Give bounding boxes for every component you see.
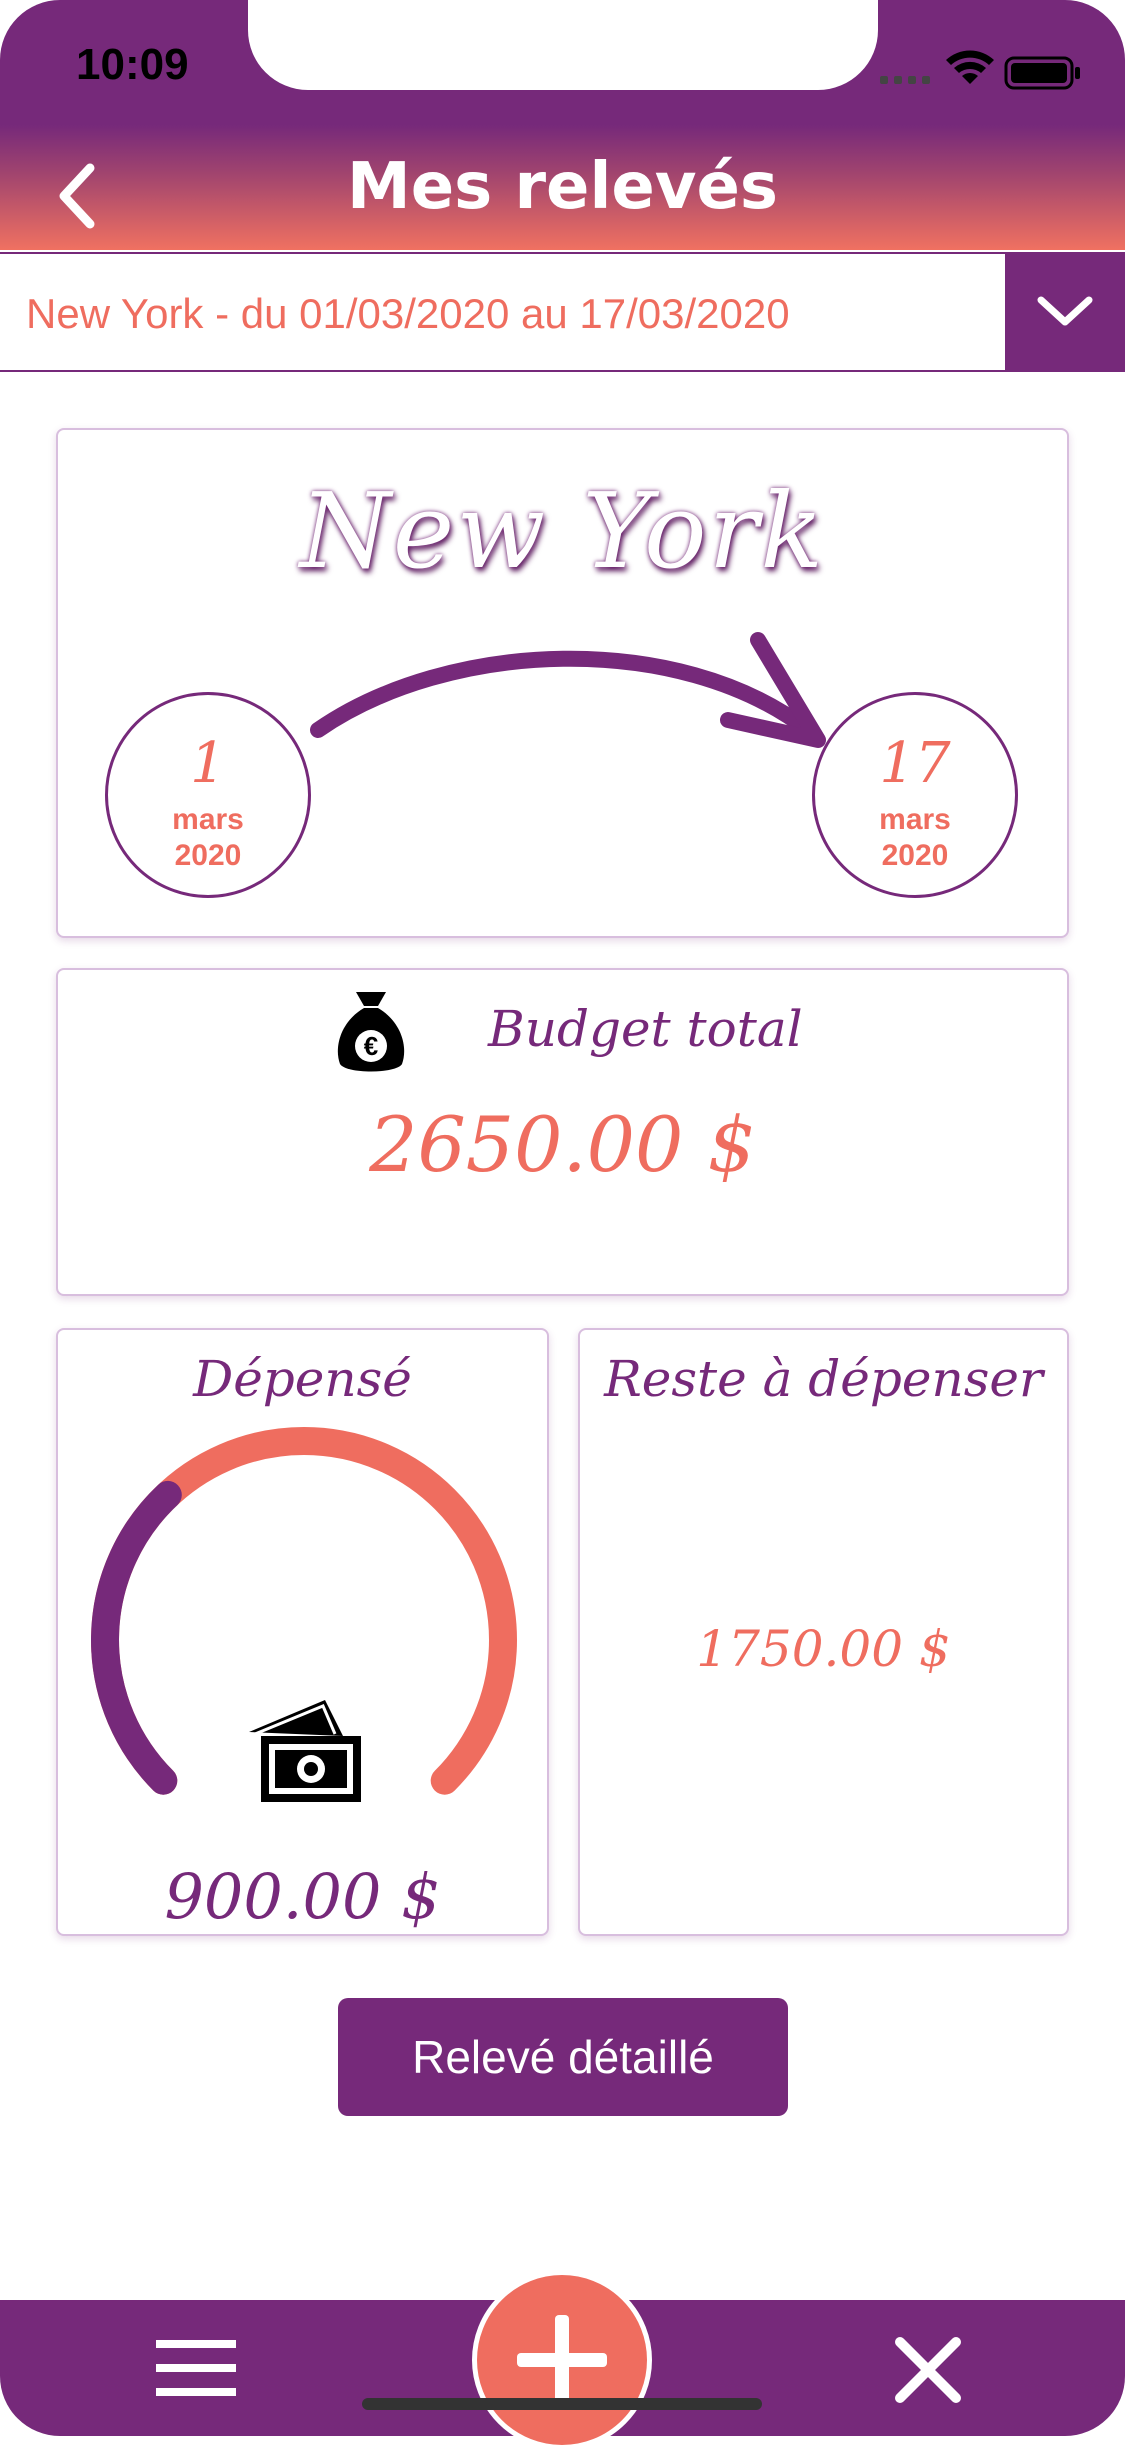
dropdown-button[interactable] — [1005, 252, 1125, 372]
menu-button[interactable] — [152, 2330, 242, 2410]
add-button[interactable] — [472, 2270, 652, 2450]
battery-icon — [1004, 56, 1080, 90]
status-time: 10:09 — [76, 40, 189, 89]
spent-gauge — [91, 1426, 517, 1795]
status-icons — [878, 46, 1088, 94]
close-button[interactable] — [888, 2330, 968, 2410]
end-day: 17 — [879, 731, 951, 796]
svg-text:€: € — [364, 1031, 378, 1061]
budget-card: € Budget total 2650.00 $ — [56, 968, 1069, 1296]
spent-value: 900.00 $ — [164, 1860, 441, 1933]
start-month: mars — [172, 803, 244, 836]
money-bag-euro-icon: € — [337, 992, 405, 1072]
end-date: 17 mars 2020 — [812, 692, 1018, 898]
signal-icon — [880, 76, 930, 84]
trip-card: New York 1 mars 2020 17 mars 2020 — [56, 428, 1069, 938]
close-icon — [895, 2337, 961, 2403]
remaining-card: Reste à dépenser 1750.00 $ — [578, 1328, 1069, 1936]
budget-value: 2650.00 $ — [369, 1100, 756, 1189]
spent-card: Dépensé 900.00 $ — [56, 1328, 549, 1936]
detailed-statement-button[interactable]: Relevé détaillé — [338, 1998, 788, 2116]
start-year: 2020 — [174, 839, 242, 872]
trip-selector-value: New York - du 01/03/2020 au 17/03/2020 — [26, 290, 790, 337]
budget-label: Budget total — [488, 1000, 803, 1058]
remaining-value: 1750.00 $ — [696, 1620, 951, 1678]
start-day: 1 — [190, 731, 226, 796]
plus-icon — [517, 2315, 607, 2405]
page-title: Mes relevés — [347, 150, 778, 224]
start-date: 1 mars 2020 — [105, 692, 311, 898]
home-indicator — [362, 2398, 762, 2410]
end-year: 2020 — [881, 839, 949, 872]
menu-icon — [156, 2340, 236, 2396]
notch — [248, 0, 878, 90]
chevron-down-icon — [1037, 296, 1093, 326]
remaining-label: Reste à dépenser — [604, 1350, 1043, 1408]
wifi-icon — [946, 50, 994, 84]
trip-selector[interactable]: New York - du 01/03/2020 au 17/03/2020 — [0, 252, 1125, 372]
cash-icon — [249, 1700, 361, 1802]
end-month: mars — [879, 803, 951, 836]
